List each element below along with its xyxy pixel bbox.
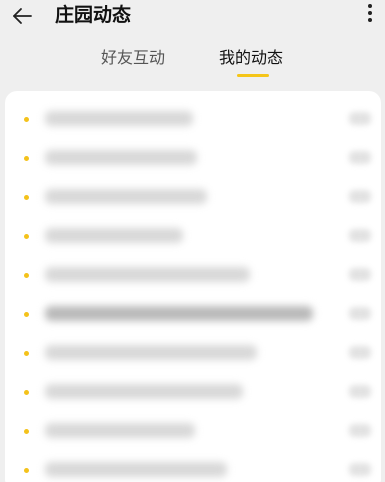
blurred-time: [349, 424, 371, 437]
blurred-time: [349, 346, 371, 359]
blurred-content: [45, 150, 197, 165]
bullet-dot-icon: [24, 234, 29, 239]
list-item[interactable]: [5, 296, 381, 335]
tab-friend-interactions[interactable]: 好友互动: [101, 44, 165, 72]
more-options-button[interactable]: [363, 4, 377, 28]
list-item[interactable]: [5, 140, 381, 179]
blurred-time: [349, 151, 371, 164]
blurred-content: [45, 189, 207, 204]
blurred-time: [349, 385, 371, 398]
more-vertical-icon: [368, 4, 372, 8]
activity-list-card: [5, 91, 381, 482]
blurred-content: [45, 423, 195, 438]
blurred-content: [45, 306, 313, 321]
blurred-content: [45, 267, 250, 282]
blurred-time: [349, 268, 371, 281]
bullet-dot-icon: [24, 156, 29, 161]
back-arrow-icon: [13, 8, 32, 24]
bullet-dot-icon: [24, 195, 29, 200]
list-item[interactable]: [5, 413, 381, 452]
tab-my-activity[interactable]: 我的动态: [219, 44, 283, 72]
blurred-content: [45, 345, 257, 360]
farm-activity-page: 庄园动态 好友互动 我的动态: [0, 0, 385, 482]
blurred-time: [349, 112, 371, 125]
list-item[interactable]: [5, 452, 381, 482]
blurred-content: [45, 111, 193, 126]
back-button[interactable]: [10, 3, 36, 29]
blurred-time: [349, 190, 371, 203]
blurred-time: [349, 463, 371, 476]
tab-bar: 好友互动 我的动态: [0, 44, 385, 80]
bullet-dot-icon: [24, 351, 29, 356]
blurred-time: [349, 229, 371, 242]
bullet-dot-icon: [24, 117, 29, 122]
list-item[interactable]: [5, 179, 381, 218]
active-tab-indicator: [237, 74, 269, 77]
header-bar: 庄园动态: [0, 0, 385, 32]
bullet-dot-icon: [24, 273, 29, 278]
blurred-content: [45, 384, 243, 399]
list-item[interactable]: [5, 335, 381, 374]
list-item[interactable]: [5, 218, 381, 257]
bullet-dot-icon: [24, 312, 29, 317]
list-item[interactable]: [5, 101, 381, 140]
bullet-dot-icon: [24, 429, 29, 434]
blurred-time: [349, 307, 371, 320]
bullet-dot-icon: [24, 468, 29, 473]
list-item[interactable]: [5, 374, 381, 413]
list-item[interactable]: [5, 257, 381, 296]
bullet-dot-icon: [24, 390, 29, 395]
page-title: 庄园动态: [55, 4, 132, 26]
blurred-content: [45, 462, 227, 477]
blurred-content: [45, 228, 183, 243]
